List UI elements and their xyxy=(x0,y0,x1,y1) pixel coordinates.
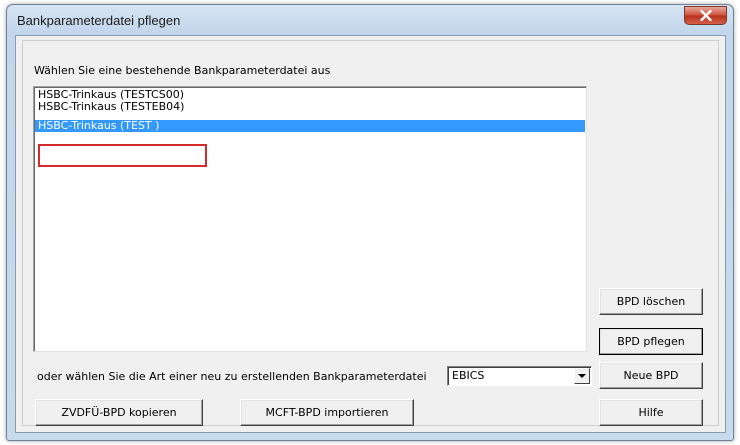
bpd-type-select[interactable]: EBICS xyxy=(447,366,592,386)
dialog-client-area: Wählen Sie eine bestehende Bankparameter… xyxy=(15,35,726,433)
annotation-highlight-box xyxy=(38,144,207,167)
bpd-type-value: EBICS xyxy=(452,369,485,382)
copy-zvdfu-bpd-button[interactable]: ZVDFÜ-BPD kopieren xyxy=(35,399,203,426)
list-item-selected[interactable]: HSBC-Trinkaus (TEST ) xyxy=(35,120,585,132)
help-button[interactable]: Hilfe xyxy=(599,399,703,426)
list-item[interactable]: HSBC-Trinkaus (TESTEB04) xyxy=(35,101,585,113)
new-bpd-button[interactable]: Neue BPD xyxy=(599,362,703,389)
select-prompt-label: Wählen Sie eine bestehende Bankparameter… xyxy=(34,64,331,77)
chevron-down-icon xyxy=(578,374,586,378)
import-mcft-bpd-button[interactable]: MCFT-BPD importieren xyxy=(240,399,414,426)
close-icon xyxy=(700,10,712,21)
maintain-bpd-button[interactable]: BPD pflegen xyxy=(599,328,703,355)
bpd-listbox[interactable]: HSBC-Trinkaus (TESTCS00) HSBC-Trinkaus (… xyxy=(33,86,587,352)
delete-bpd-button[interactable]: BPD löschen xyxy=(599,288,703,315)
new-prompt-label: oder wählen Sie die Art einer neu zu ers… xyxy=(37,370,427,383)
title-bar[interactable]: Bankparameterdatei pflegen xyxy=(7,5,733,35)
dropdown-button[interactable] xyxy=(574,368,590,384)
dialog-window: Bankparameterdatei pflegen Wählen Sie ei… xyxy=(6,4,734,441)
close-button[interactable] xyxy=(684,6,727,25)
window-title: Bankparameterdatei pflegen xyxy=(17,13,181,28)
